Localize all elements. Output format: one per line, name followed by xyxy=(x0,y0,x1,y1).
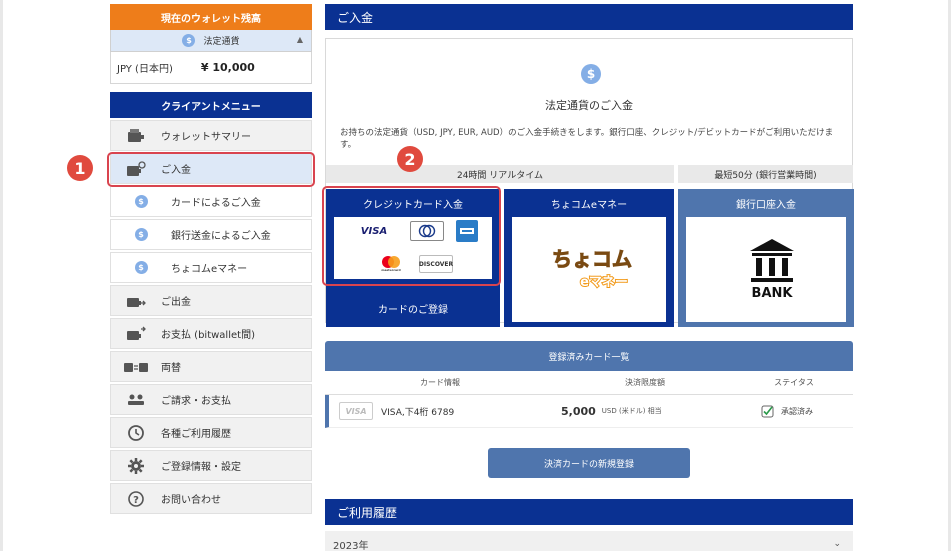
col-card-info: カード情報 xyxy=(420,378,460,387)
svg-text:?: ? xyxy=(133,495,139,506)
page: 現在のウォレット残高 $ 法定通貨 ▲ JPY (日本円) ¥ 10,000 ク… xyxy=(0,0,951,551)
wallet-icon xyxy=(111,128,161,144)
gear-icon xyxy=(111,457,161,475)
wallet-balance-header: 現在のウォレット残高 xyxy=(110,4,312,30)
dollar-icon: $ xyxy=(182,34,196,47)
exchange-icon xyxy=(111,360,161,374)
year-select[interactable]: 2023年 ⌄ xyxy=(325,531,853,551)
sidebar-item-wallet-summary[interactable]: ウォレットサマリー xyxy=(110,120,312,151)
history-icon xyxy=(111,424,161,442)
card-register-button[interactable]: カードのご登録 xyxy=(326,289,500,327)
sidebar-item-label: ご請求・お支払 xyxy=(161,396,231,407)
registered-cards-title: 登録済みカード一覧 xyxy=(325,341,853,371)
chocom-logo: ちょコム eマネー xyxy=(542,242,642,292)
check-icon xyxy=(761,405,774,421)
svg-text:mastercard: mastercard xyxy=(381,268,400,272)
sidebar-item-billing[interactable]: ご請求・お支払 xyxy=(110,384,312,415)
sidebar-item-payment[interactable]: お支払 (bitwallet間) xyxy=(110,318,312,349)
mastercard-logo: mastercard xyxy=(378,253,404,273)
payment-icon xyxy=(111,326,161,342)
deposit-icon xyxy=(111,160,161,177)
sidebar-item-label: 両替 xyxy=(161,363,181,374)
sidebar-item-contact[interactable]: ? お問い合わせ xyxy=(110,483,312,514)
frame-left xyxy=(0,0,3,551)
deposit-section-title: ご入金 xyxy=(325,4,853,30)
sidebar-item-label: ご入金 xyxy=(161,165,191,176)
sidebar-item-bank-deposit[interactable]: $ 銀行送金によるご入金 xyxy=(110,219,312,250)
diners-logo xyxy=(410,221,444,241)
client-menu-header: クライアントメニュー xyxy=(110,92,312,118)
bank-deposit-card[interactable]: 銀行口座入金 BANK xyxy=(678,189,854,327)
sidebar-item-exchange[interactable]: 両替 xyxy=(110,351,312,382)
new-card-button[interactable]: 決済カードの新規登録 xyxy=(488,448,690,478)
card-brand-logos: VISA mastercard DISCOVER xyxy=(334,217,492,279)
chevron-up-icon[interactable]: ▲ xyxy=(297,35,303,44)
sidebar-item-deposit[interactable]: ご入金 xyxy=(110,153,312,184)
chocom-deposit-card[interactable]: ちょコムeマネー ちょコム eマネー xyxy=(504,189,674,327)
card-info: VISA,下4桁 6789 xyxy=(381,407,455,418)
bank-icon: BANK xyxy=(748,237,794,301)
visa-logo: VISA xyxy=(360,225,388,237)
chevron-down-icon[interactable]: ⌄ xyxy=(833,539,841,549)
sidebar: 現在のウォレット残高 $ 法定通貨 ▲ JPY (日本円) ¥ 10,000 ク… xyxy=(110,4,312,514)
registered-cards-panel: 登録済みカード一覧 カード情報 決済限度額 ステイタス VISA VISA,下4… xyxy=(325,341,853,478)
amex-logo xyxy=(456,220,478,242)
limit-amount: 5,000 xyxy=(561,404,596,418)
sidebar-item-card-deposit[interactable]: $ カードによるご入金 xyxy=(110,186,312,217)
sidebar-item-label: お問い合わせ xyxy=(161,495,221,506)
balance-row: JPY (日本円) ¥ 10,000 xyxy=(110,52,312,84)
sidebar-item-label: ちょコムeマネー xyxy=(171,264,248,275)
deposit-box: $ 法定通貨のご入金 お持ちの法定通貨（USD, JPY, EUR, AUD）の… xyxy=(325,38,854,327)
year-value: 2023年 xyxy=(333,540,369,551)
history-section-title: ご利用履歴 xyxy=(325,499,853,525)
sidebar-item-history[interactable]: 各種ご利用履歴 xyxy=(110,417,312,448)
credit-card-title: クレジットカード入金 xyxy=(363,199,463,211)
discover-logo: DISCOVER xyxy=(419,255,453,273)
sidebar-item-settings[interactable]: ご登録情報・設定 xyxy=(110,450,312,481)
step-badge-2: 2 xyxy=(397,146,423,172)
dollar-icon: $ xyxy=(111,261,171,274)
sidebar-item-withdraw[interactable]: ご出金 xyxy=(110,285,312,316)
chocom-title: ちょコムeマネー xyxy=(550,199,628,211)
step-badge-1: 1 xyxy=(67,155,93,181)
balance-currency: JPY (日本円) xyxy=(117,64,173,75)
balance-amount: ¥ 10,000 xyxy=(200,61,255,74)
limit-unit: USD (米ドル) 相当 xyxy=(601,407,662,415)
credit-card-deposit-card[interactable]: クレジットカード入金 VISA mastercard DISCOVER カードの… xyxy=(326,189,500,327)
users-icon xyxy=(111,393,161,407)
dollar-icon: $ xyxy=(581,64,601,84)
chocom-logo-area: ちょコム eマネー xyxy=(512,217,666,322)
deposit-heading: 法定通貨のご入金 xyxy=(545,99,633,112)
sidebar-item-label: 各種ご利用履歴 xyxy=(161,429,231,440)
table-row[interactable]: VISA VISA,下4桁 6789 5,000 USD (米ドル) 相当 承認… xyxy=(325,395,853,428)
svg-text:eマネー: eマネー xyxy=(580,275,628,290)
col-status: ステイタス xyxy=(774,378,814,387)
sidebar-item-label: ご出金 xyxy=(161,297,191,308)
registered-cards-columns: カード情報 決済限度額 ステイタス xyxy=(325,371,853,395)
svg-text:ちょコム: ちょコム xyxy=(552,247,632,271)
sidebar-item-label: カードによるご入金 xyxy=(171,198,261,209)
sidebar-item-label: ウォレットサマリー xyxy=(161,132,251,143)
sidebar-item-label: お支払 (bitwallet間) xyxy=(161,330,255,341)
dollar-icon: $ xyxy=(111,195,171,208)
question-icon: ? xyxy=(111,490,161,508)
withdraw-icon xyxy=(111,293,161,309)
band-realtime: 24時間 リアルタイム xyxy=(326,165,674,183)
sidebar-item-label: ご登録情報・設定 xyxy=(161,462,241,473)
svg-text:BANK: BANK xyxy=(752,286,794,301)
bank-logo-area: BANK xyxy=(686,217,846,322)
sidebar-item-chocom[interactable]: $ ちょコムeマネー xyxy=(110,252,312,283)
bank-title: 銀行口座入金 xyxy=(736,199,796,211)
sidebar-item-label: 銀行送金によるご入金 xyxy=(171,231,271,242)
band-bank-time: 最短50分 (銀行営業時間) xyxy=(678,165,853,183)
visa-card-icon: VISA xyxy=(339,402,373,420)
currency-label: 法定通貨 xyxy=(203,37,240,47)
col-limit: 決済限度額 xyxy=(625,378,665,387)
currency-toggle[interactable]: $ 法定通貨 ▲ xyxy=(110,30,312,52)
dollar-icon: $ xyxy=(111,228,171,241)
status-badge: 承認済み xyxy=(781,407,813,416)
